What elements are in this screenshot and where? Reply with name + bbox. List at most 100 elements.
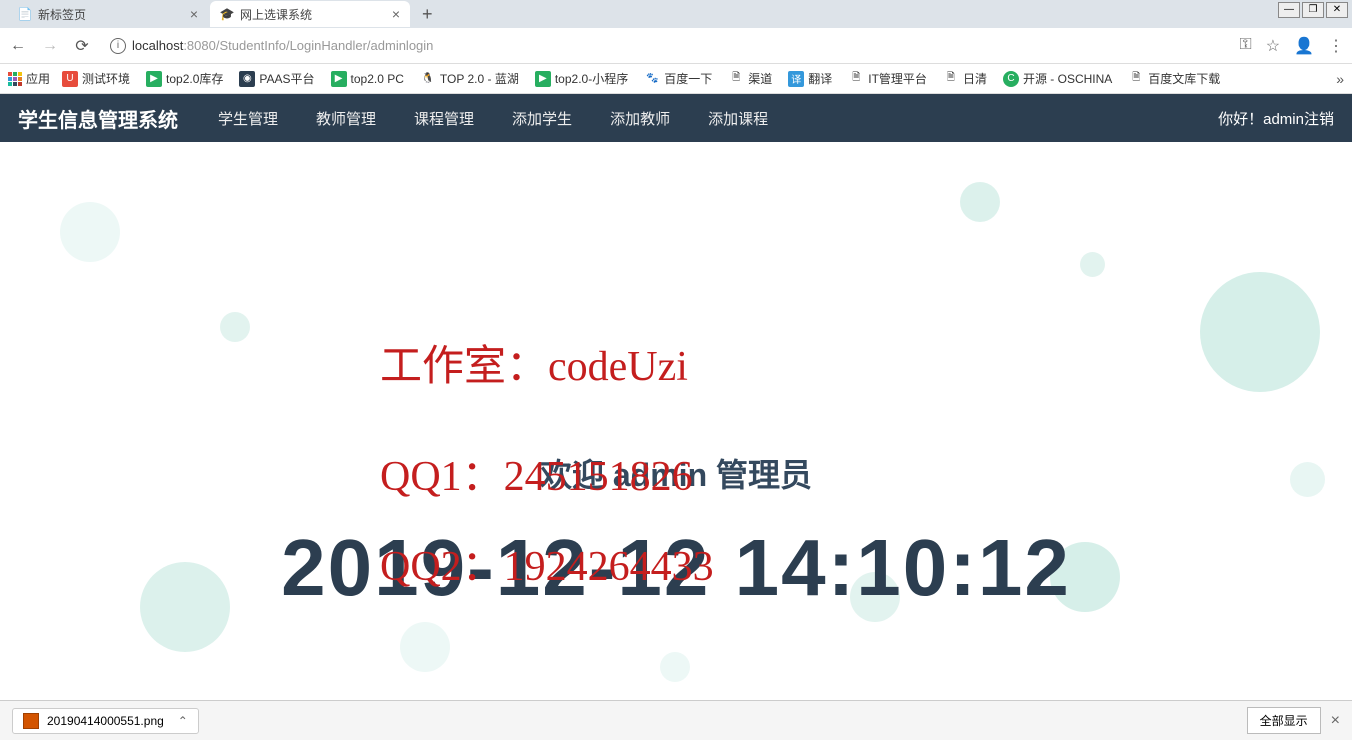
site-info-icon[interactable]: i <box>110 38 126 54</box>
greeting-prefix: 你好！ <box>1218 111 1263 128</box>
browser-tab-bar: 📄 新标签页 × 🎓 网上选课系统 × + <box>0 0 1352 28</box>
tab-title: 新标签页 <box>38 6 86 23</box>
bookmark-item[interactable]: U测试环境 <box>58 68 134 89</box>
bookmark-label: top2.0-小程序 <box>555 70 628 87</box>
bookmark-label: TOP 2.0 - 蓝湖 <box>440 70 519 87</box>
bookmark-label: 测试环境 <box>82 70 130 87</box>
tab-title: 网上选课系统 <box>240 6 312 23</box>
password-key-icon[interactable]: ⚿ <box>1240 36 1252 56</box>
nav-link-add-course[interactable]: 添加课程 <box>708 108 768 129</box>
bookmark-item[interactable]: 🗎渠道 <box>724 68 776 89</box>
bookmark-label: 翻译 <box>808 70 832 87</box>
bookmark-label: IT管理平台 <box>868 70 927 87</box>
watermark-qq1: QQ1：245151826 <box>380 442 693 503</box>
decorative-bubble <box>960 182 1000 222</box>
close-downloads-bar-icon[interactable]: × <box>1331 712 1340 730</box>
address-bar: ← → ⟳ i localhost:8080/StudentInfo/Login… <box>0 28 1352 64</box>
user-greeting: 你好！admin注销 <box>1218 108 1334 129</box>
file-image-icon <box>23 713 39 729</box>
app-navbar: 学生信息管理系统 学生管理 教师管理 课程管理 添加学生 添加教师 添加课程 你… <box>0 94 1352 142</box>
tab-favicon-icon: 🎓 <box>220 7 234 21</box>
bookmark-label: 开源 - OSCHINA <box>1023 70 1112 87</box>
bookmark-label: top2.0 PC <box>351 72 404 86</box>
url-input[interactable]: i localhost:8080/StudentInfo/LoginHandle… <box>104 38 1228 54</box>
browser-tab-active[interactable]: 🎓 网上选课系统 × <box>210 1 410 27</box>
url-host: localhost <box>132 38 183 53</box>
decorative-bubble <box>220 312 250 342</box>
nav-link-course-manage[interactable]: 课程管理 <box>414 108 474 129</box>
bookmark-item[interactable]: 🗎百度文库下载 <box>1124 68 1224 89</box>
bookmark-favicon-icon: ▶ <box>535 71 551 87</box>
download-filename: 20190414000551.png <box>47 714 164 728</box>
watermark-studio: 工作室：codeUzi <box>380 332 688 393</box>
bookmark-item[interactable]: 🗎IT管理平台 <box>844 68 931 89</box>
reload-button[interactable]: ⟳ <box>72 36 92 56</box>
bookmarks-bar: 应用 U测试环境 ▶top2.0库存 ◉PAAS平台 ▶top2.0 PC 🐧T… <box>0 64 1352 94</box>
nav-link-teacher-manage[interactable]: 教师管理 <box>316 108 376 129</box>
bookmark-item[interactable]: 🐧TOP 2.0 - 蓝湖 <box>416 68 523 89</box>
bookmark-item[interactable]: C开源 - OSCHINA <box>999 68 1116 89</box>
show-all-downloads-button[interactable]: 全部显示 <box>1247 707 1321 734</box>
bookmark-label: 百度文库下载 <box>1148 70 1220 87</box>
new-tab-button[interactable]: + <box>412 4 443 25</box>
browser-tab[interactable]: 📄 新标签页 × <box>8 1 208 27</box>
bookmark-favicon-icon: C <box>1003 71 1019 87</box>
logout-link[interactable]: 注销 <box>1304 111 1334 128</box>
tab-close-icon[interactable]: × <box>190 6 198 22</box>
window-maximize-button[interactable]: ❐ <box>1302 2 1324 18</box>
bookmark-star-icon[interactable]: ☆ <box>1266 36 1280 56</box>
nav-link-student-manage[interactable]: 学生管理 <box>218 108 278 129</box>
bookmark-favicon-icon: 🗎 <box>848 71 864 87</box>
apps-button[interactable]: 应用 <box>8 70 50 87</box>
decorative-bubble <box>60 202 120 262</box>
decorative-bubble <box>1080 252 1105 277</box>
decorative-bubble <box>400 622 450 672</box>
username: admin <box>1263 111 1304 128</box>
window-close-button[interactable]: ✕ <box>1326 2 1348 18</box>
bookmark-favicon-icon: 译 <box>788 71 804 87</box>
apps-grid-icon <box>8 72 22 86</box>
bookmark-label: top2.0库存 <box>166 70 223 87</box>
bookmark-favicon-icon: ◉ <box>239 71 255 87</box>
decorative-bubble <box>660 652 690 682</box>
decorative-bubble <box>1200 272 1320 392</box>
forward-button[interactable]: → <box>40 37 60 55</box>
url-port: :8080 <box>183 38 216 53</box>
bookmark-favicon-icon: ▶ <box>331 71 347 87</box>
main-content: 欢迎 admin 管理员 2019-12-12 14:10:12 工作室：cod… <box>0 142 1352 682</box>
tab-favicon-icon: 📄 <box>18 7 32 21</box>
app-brand[interactable]: 学生信息管理系统 <box>18 104 178 133</box>
download-item[interactable]: 20190414000551.png ⌃ <box>12 708 199 734</box>
window-minimize-button[interactable]: — <box>1278 2 1300 18</box>
bookmark-label: 百度一下 <box>664 70 712 87</box>
nav-link-add-teacher[interactable]: 添加教师 <box>610 108 670 129</box>
bookmark-favicon-icon: U <box>62 71 78 87</box>
apps-label: 应用 <box>26 70 50 87</box>
bookmark-favicon-icon: 🐾 <box>644 71 660 87</box>
bookmark-item[interactable]: ▶ top2.0 PC <box>327 69 408 89</box>
bookmark-favicon-icon: 🗎 <box>943 71 959 87</box>
bookmark-favicon-icon: ▶ <box>146 71 162 87</box>
bookmark-favicon-icon: 🗎 <box>1128 71 1144 87</box>
bookmark-label: PAAS平台 <box>259 70 314 87</box>
back-button[interactable]: ← <box>8 37 28 55</box>
profile-icon[interactable]: 👤 <box>1294 36 1314 56</box>
bookmark-item[interactable]: ◉PAAS平台 <box>235 68 318 89</box>
bookmark-item[interactable]: ▶top2.0库存 <box>142 68 227 89</box>
bookmark-item[interactable]: 译翻译 <box>784 68 836 89</box>
bookmark-item[interactable]: 🗎日清 <box>939 68 991 89</box>
url-path: /StudentInfo/LoginHandler/adminlogin <box>216 38 434 53</box>
chevron-up-icon[interactable]: ⌃ <box>178 714 188 728</box>
bookmark-label: 日清 <box>963 70 987 87</box>
bookmark-label: 渠道 <box>748 70 772 87</box>
bookmark-favicon-icon: 🐧 <box>420 71 436 87</box>
tab-close-icon[interactable]: × <box>392 6 400 22</box>
bookmark-favicon-icon: 🗎 <box>728 71 744 87</box>
watermark-qq2: QQ2：1924264433 <box>380 532 714 593</box>
bookmarks-overflow-icon[interactable]: » <box>1336 71 1344 87</box>
bookmark-item[interactable]: 🐾百度一下 <box>640 68 716 89</box>
bookmark-item[interactable]: ▶top2.0-小程序 <box>531 68 632 89</box>
nav-link-add-student[interactable]: 添加学生 <box>512 108 572 129</box>
downloads-bar: 20190414000551.png ⌃ 全部显示 × <box>0 700 1352 740</box>
menu-icon[interactable]: ⋮ <box>1328 36 1344 56</box>
